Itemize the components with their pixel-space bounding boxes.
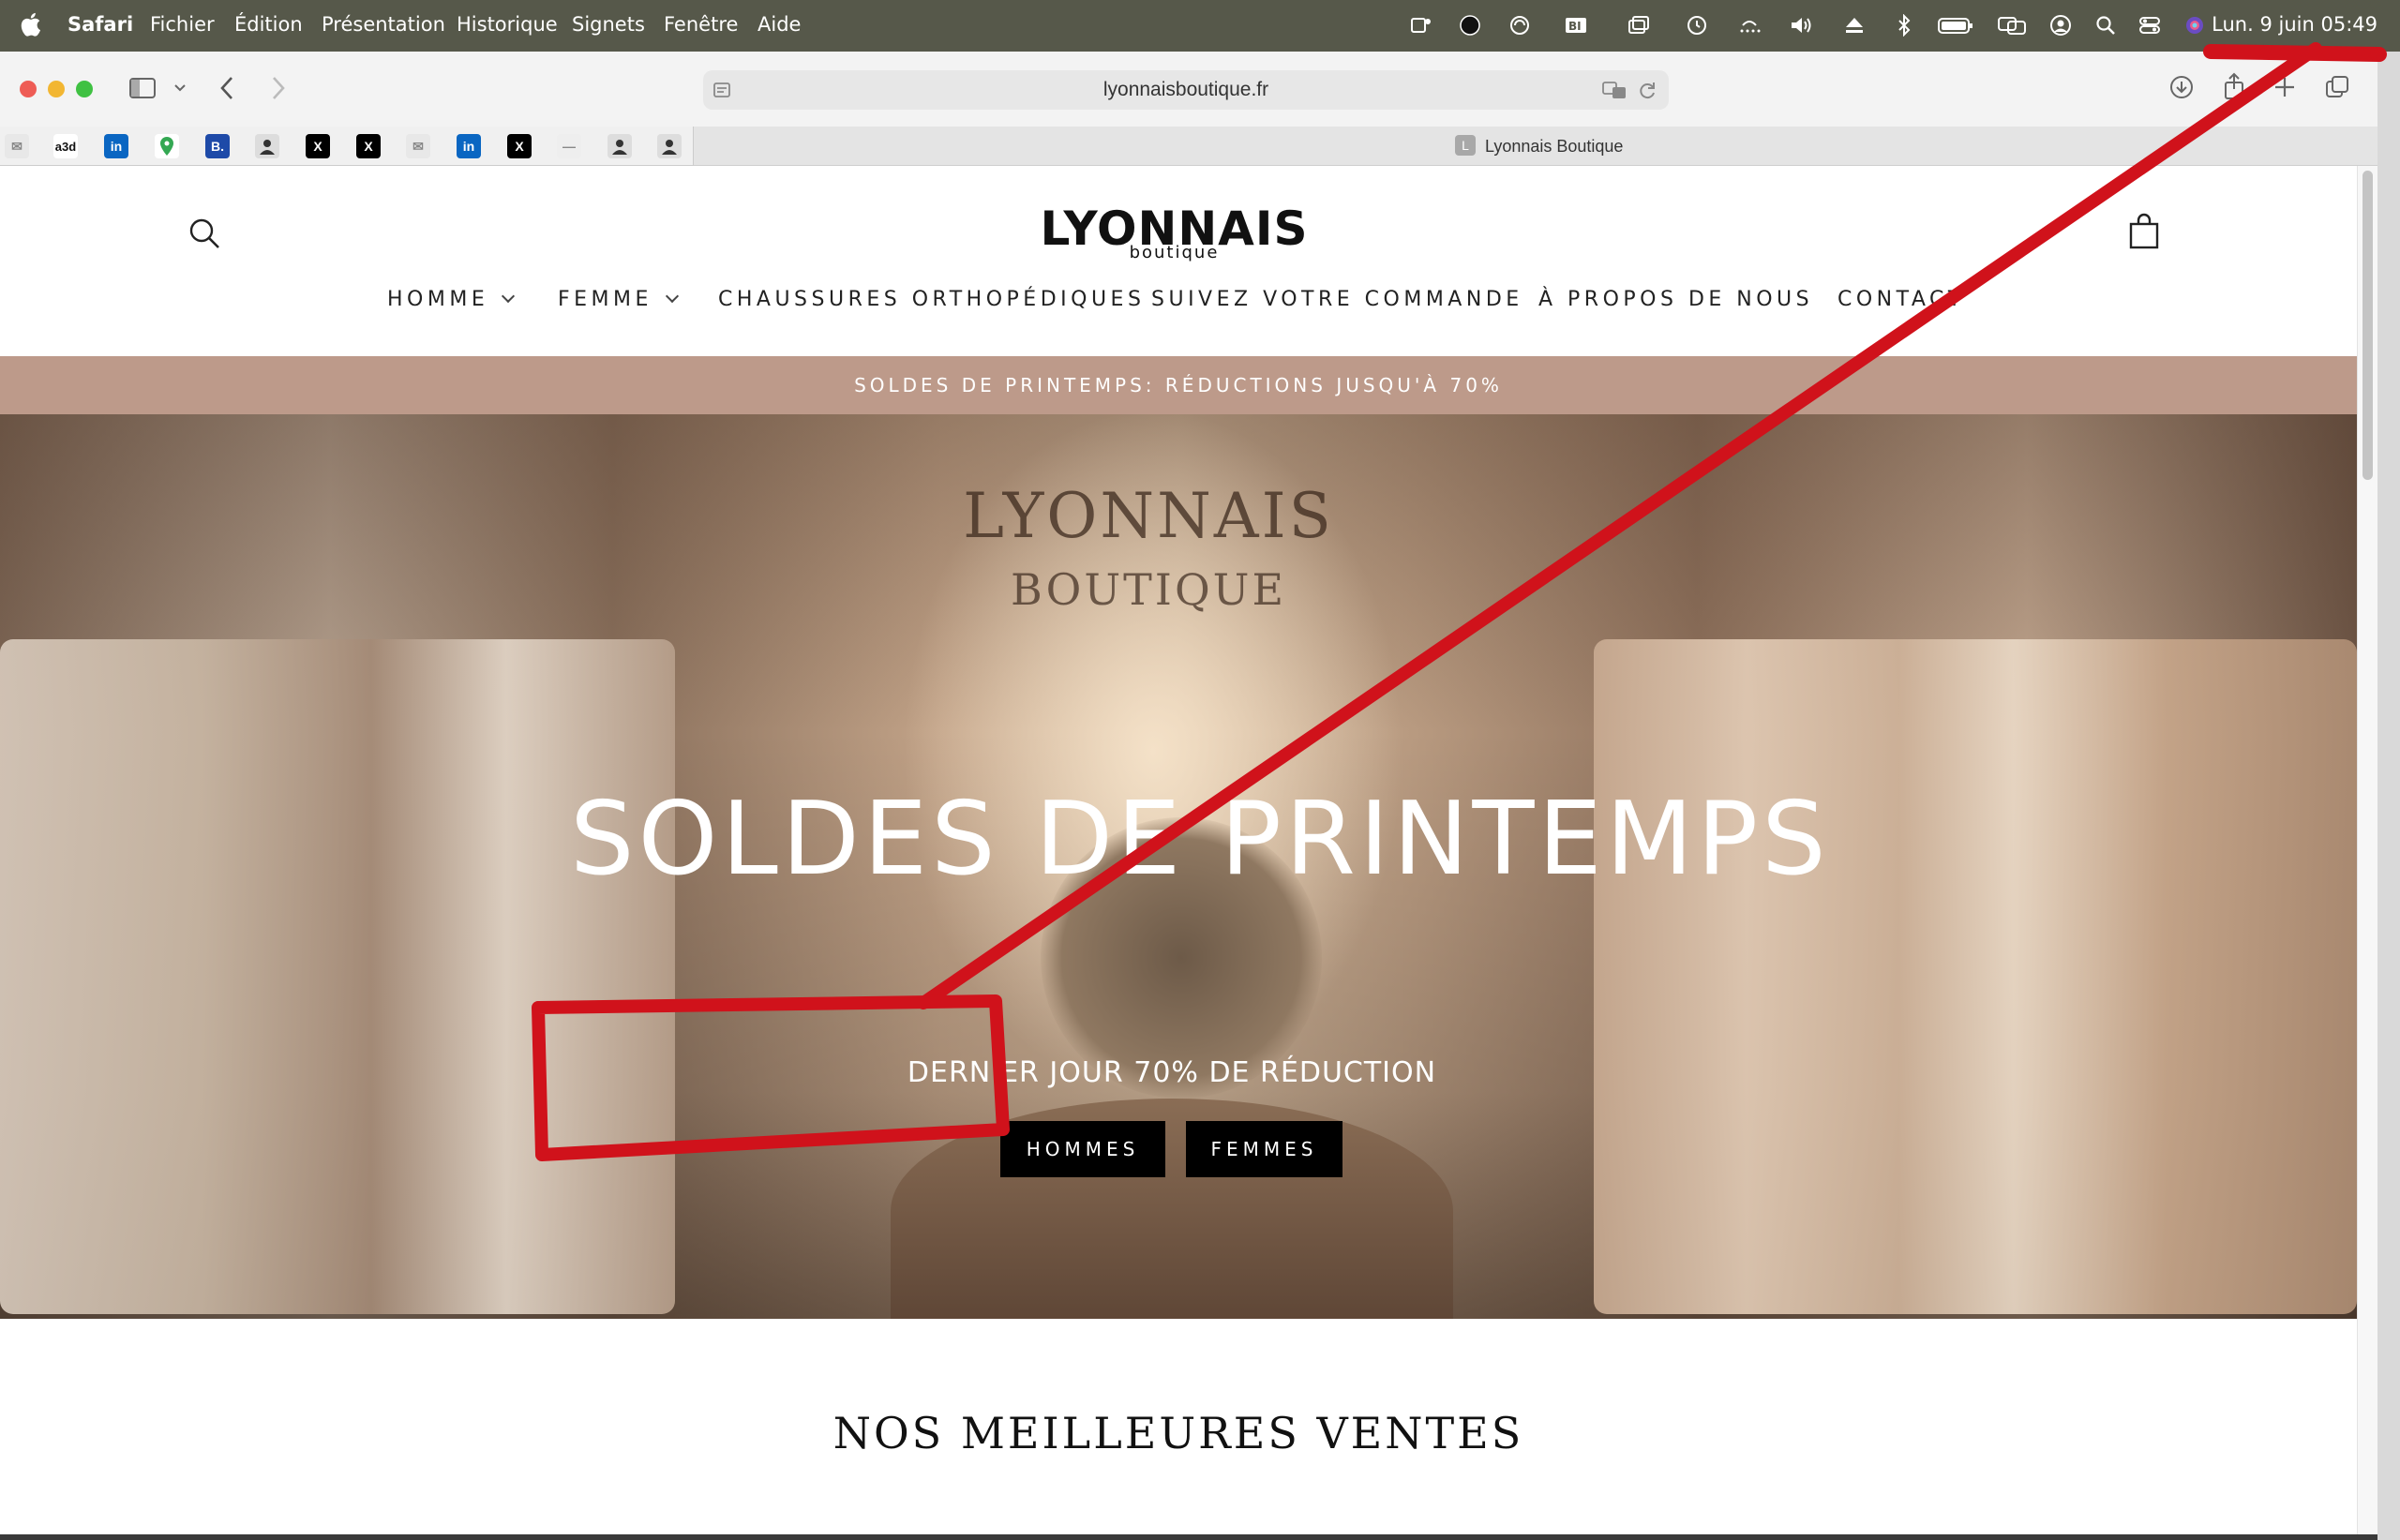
red-annotation-overlay	[532, 42, 2387, 1161]
annotation-arrow-head-line	[2203, 44, 2387, 62]
annotation-highlight-box	[532, 994, 1010, 1161]
annotation-arrow-line	[917, 42, 2322, 1009]
